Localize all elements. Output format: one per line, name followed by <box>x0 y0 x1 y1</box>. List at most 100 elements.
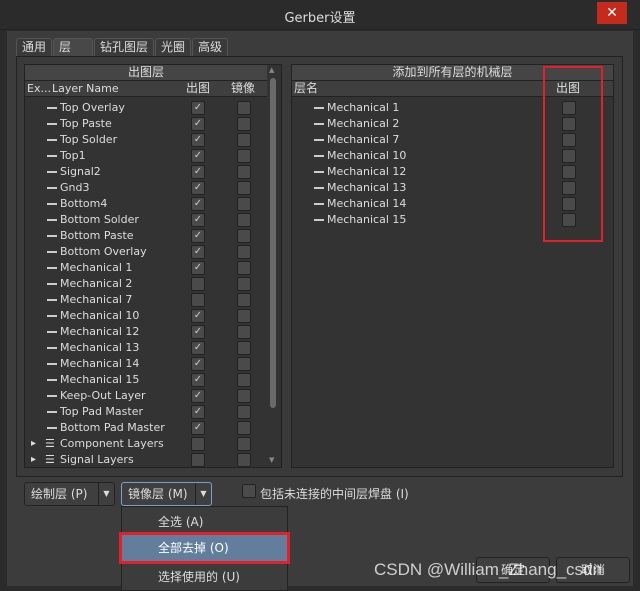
column-header: Ex... Layer Name 出图 镜像 <box>25 81 267 97</box>
layer-name: Top Solder <box>60 133 118 146</box>
plot-checkbox[interactable]: ✓ <box>191 101 205 115</box>
layer-row[interactable]: Top Pad Master ✓ <box>25 404 269 420</box>
mirror-checkbox[interactable] <box>237 245 251 259</box>
plot-checkbox[interactable]: ✓ <box>191 133 205 147</box>
mirror-checkbox[interactable] <box>237 117 251 131</box>
layer-row[interactable]: Signal2 ✓ <box>25 164 269 180</box>
col-plot[interactable]: 出图 <box>186 81 210 96</box>
layer-row[interactable]: Top Solder ✓ <box>25 132 269 148</box>
plot-checkbox[interactable]: ✓ <box>191 405 205 419</box>
plot-checkbox[interactable]: ✓ <box>191 181 205 195</box>
layer-row[interactable]: Bottom Solder ✓ <box>25 212 269 228</box>
mirror-checkbox[interactable] <box>237 133 251 147</box>
mirror-layers-button[interactable]: 镜像层 (M) ▼ <box>121 482 212 506</box>
menu-item-select-used[interactable]: 选择使用的 (U) <box>122 564 287 590</box>
layer-line-icon <box>47 347 57 349</box>
layer-row[interactable]: Bottom Paste ✓ <box>25 228 269 244</box>
left-scrollbar[interactable]: ▲ ▼ <box>267 66 279 466</box>
mirror-checkbox[interactable] <box>237 389 251 403</box>
menu-item-clear-all[interactable]: 全部去掉 (O) <box>119 532 290 564</box>
layer-row[interactable]: Gnd3 ✓ <box>25 180 269 196</box>
plot-checkbox[interactable]: ✓ <box>191 341 205 355</box>
plot-checkbox[interactable]: ✓ <box>191 229 205 243</box>
mirror-checkbox[interactable] <box>237 149 251 163</box>
mirror-checkbox[interactable] <box>237 357 251 371</box>
chevron-down-icon[interactable]: ▼ <box>98 483 114 505</box>
plot-checkbox[interactable] <box>191 293 205 307</box>
plot-layers-button[interactable]: 绘制层 (P) ▼ <box>24 482 115 506</box>
mirror-checkbox[interactable] <box>237 229 251 243</box>
layer-row[interactable]: Keep-Out Layer ✓ <box>25 388 269 404</box>
mirror-checkbox[interactable] <box>237 341 251 355</box>
mirror-checkbox[interactable] <box>237 405 251 419</box>
layer-row[interactable]: ▸ ☰ Signal Layers <box>25 452 269 468</box>
plot-checkbox[interactable]: ✓ <box>191 197 205 211</box>
mirror-checkbox[interactable] <box>237 197 251 211</box>
plot-checkbox[interactable]: ✓ <box>191 213 205 227</box>
plot-checkbox[interactable] <box>191 277 205 291</box>
layer-row[interactable]: Mechanical 10 ✓ <box>25 308 269 324</box>
mirror-checkbox[interactable] <box>237 165 251 179</box>
col-layer-name[interactable]: 层名 <box>294 81 318 96</box>
title-bar: Gerber设置 ✕ <box>0 0 640 30</box>
scrollbar-thumb[interactable] <box>270 78 276 408</box>
mirror-checkbox[interactable] <box>237 293 251 307</box>
expand-arrow-icon[interactable]: ▸ <box>31 452 36 468</box>
plot-checkbox[interactable]: ✓ <box>191 389 205 403</box>
plot-checkbox[interactable]: ✓ <box>191 373 205 387</box>
layer-row[interactable]: Mechanical 12 ✓ <box>25 324 269 340</box>
mirror-checkbox[interactable] <box>237 261 251 275</box>
col-layer-name[interactable]: Layer Name <box>52 81 119 96</box>
mirror-checkbox[interactable] <box>237 277 251 291</box>
tab-apertures[interactable]: 光圈 <box>155 38 192 56</box>
tab-advanced[interactable]: 高级 <box>192 38 229 56</box>
mirror-checkbox[interactable] <box>237 181 251 195</box>
include-pads-label: 包括未连接的中间层焊盘 (I) <box>260 487 409 501</box>
chevron-down-icon[interactable]: ▼ <box>195 483 211 505</box>
mirror-checkbox[interactable] <box>237 437 251 451</box>
mirror-checkbox[interactable] <box>237 309 251 323</box>
layer-row[interactable]: Top Paste ✓ <box>25 116 269 132</box>
plot-checkbox[interactable]: ✓ <box>191 261 205 275</box>
layer-line-icon <box>47 427 57 429</box>
layer-row[interactable]: Mechanical 7 <box>25 292 269 308</box>
plot-checkbox[interactable]: ✓ <box>191 357 205 371</box>
layer-row[interactable]: Top Overlay ✓ <box>25 100 269 116</box>
plot-checkbox[interactable]: ✓ <box>191 149 205 163</box>
mirror-checkbox[interactable] <box>237 213 251 227</box>
layer-row[interactable]: Top1 ✓ <box>25 148 269 164</box>
mirror-checkbox[interactable] <box>237 325 251 339</box>
layer-row[interactable]: Bottom Pad Master ✓ <box>25 420 269 436</box>
layer-row[interactable]: Mechanical 13 ✓ <box>25 340 269 356</box>
plot-checkbox[interactable]: ✓ <box>191 245 205 259</box>
col-mirror[interactable]: 镜像 <box>231 81 255 96</box>
layer-row[interactable]: ▸ ☰ Component Layers <box>25 436 269 452</box>
tab-drill-layers[interactable]: 钻孔图层 <box>94 38 155 56</box>
plot-checkbox[interactable]: ✓ <box>191 421 205 435</box>
layer-row[interactable]: Mechanical 1 ✓ <box>25 260 269 276</box>
col-expand[interactable]: Ex... <box>27 81 51 96</box>
plot-checkbox[interactable]: ✓ <box>191 325 205 339</box>
layer-row[interactable]: Mechanical 2 <box>25 276 269 292</box>
tab-layers[interactable]: 层 <box>53 38 94 56</box>
layer-row[interactable]: Bottom4 ✓ <box>25 196 269 212</box>
mirror-checkbox[interactable] <box>237 421 251 435</box>
layer-row[interactable]: Mechanical 14 ✓ <box>25 356 269 372</box>
include-pads-checkbox[interactable] <box>242 484 256 498</box>
mirror-checkbox[interactable] <box>237 101 251 115</box>
menu-item-select-all[interactable]: 全选 (A) <box>122 509 287 535</box>
plot-layers-panel: 出图层 Ex... Layer Name 出图 镜像 Top Overlay ✓ T… <box>24 64 282 468</box>
layer-row[interactable]: Mechanical 15 ✓ <box>25 372 269 388</box>
layer-name: Top Overlay <box>60 101 125 114</box>
layer-row[interactable]: Bottom Overlay ✓ <box>25 244 269 260</box>
expand-arrow-icon[interactable]: ▸ <box>31 436 36 452</box>
plot-checkbox[interactable] <box>191 453 205 467</box>
mirror-checkbox[interactable] <box>237 453 251 467</box>
mirror-checkbox[interactable] <box>237 373 251 387</box>
plot-checkbox[interactable]: ✓ <box>191 309 205 323</box>
plot-checkbox[interactable]: ✓ <box>191 117 205 131</box>
tab-general[interactable]: 通用 <box>16 38 53 56</box>
plot-checkbox[interactable]: ✓ <box>191 165 205 179</box>
plot-checkbox[interactable] <box>191 437 205 451</box>
close-icon[interactable]: ✕ <box>597 2 627 24</box>
